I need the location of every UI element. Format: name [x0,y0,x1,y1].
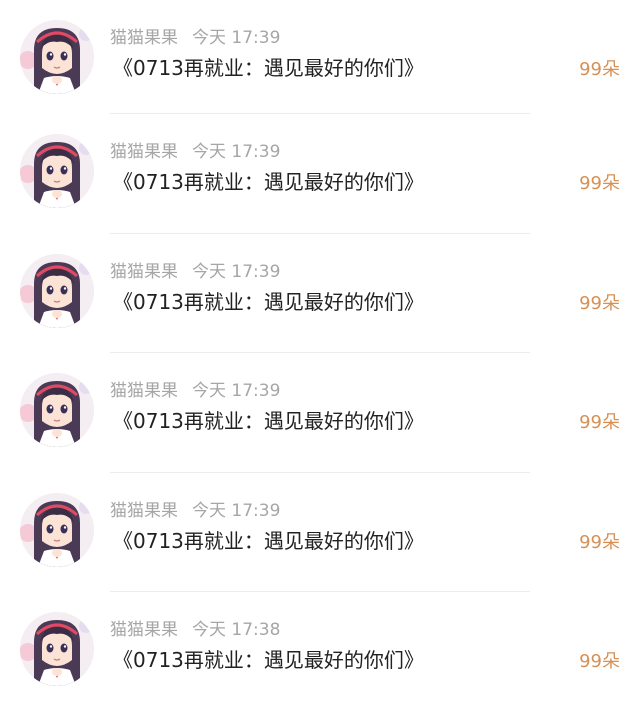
username[interactable]: 猫猫果果 [110,142,178,162]
record-meta: 猫猫果果 今天 17:39 [110,380,280,402]
gift-count: 99朵 [579,651,620,672]
timestamp: 今天 17:39 [192,28,281,48]
timestamp: 今天 17:39 [192,500,281,521]
record-meta: 猫猫果果 今天 17:38 [110,619,280,641]
username[interactable]: 猫猫果果 [110,501,178,521]
user-avatar[interactable] [20,492,94,567]
record-title: 《0713再就业：遇见最好的你们》 [113,648,424,672]
record-title: 《0713再就业：遇见最好的你们》 [113,528,424,553]
gift-count: 99朵 [579,412,620,433]
list-item[interactable]: 猫猫果果 今天 17:39 《0713再就业：遇见最好的你们》 99朵 [0,0,640,114]
list-item[interactable]: 猫猫果果 今天 17:39 《0713再就业：遇见最好的你们》 99朵 [0,353,640,473]
username[interactable]: 猫猫果果 [110,28,178,48]
timestamp: 今天 17:39 [192,381,281,401]
list-item[interactable]: 猫猫果果 今天 17:38 《0713再就业：遇见最好的你们》 99朵 [0,592,640,709]
gift-count: 99朵 [579,173,620,194]
record-meta: 猫猫果果 今天 17:39 [110,261,280,283]
record-title: 《0713再就业：遇见最好的你们》 [113,289,424,314]
user-avatar[interactable] [20,253,94,328]
record-title: 《0713再就业：遇见最好的你们》 [113,409,424,433]
list-item[interactable]: 猫猫果果 今天 17:39 《0713再就业：遇见最好的你们》 99朵 [0,234,640,353]
gift-count: 99朵 [579,531,620,553]
record-meta: 猫猫果果 今天 17:39 [110,27,280,49]
record-title: 《0713再就业：遇见最好的你们》 [113,170,424,194]
list-item[interactable]: 猫猫果果 今天 17:39 《0713再就业：遇见最好的你们》 99朵 [0,114,640,234]
record-meta: 猫猫果果 今天 17:39 [110,500,280,522]
anime-girl-avatar-icon [20,492,94,567]
gift-count: 99朵 [579,292,620,314]
user-avatar[interactable] [20,134,94,208]
gift-count: 99朵 [579,59,620,80]
anime-girl-avatar-icon [20,373,94,447]
record-title: 《0713再就业：遇见最好的你们》 [113,56,424,80]
timestamp: 今天 17:39 [192,142,281,162]
user-avatar[interactable] [20,20,94,94]
list-item[interactable]: 猫猫果果 今天 17:39 《0713再就业：遇见最好的你们》 99朵 [0,473,640,592]
username[interactable]: 猫猫果果 [110,381,178,401]
anime-girl-avatar-icon [20,20,94,94]
user-avatar[interactable] [20,612,94,686]
gift-record-list: 猫猫果果 今天 17:39 《0713再就业：遇见最好的你们》 99朵 猫猫果果… [0,0,640,709]
anime-girl-avatar-icon [20,253,94,328]
anime-girl-avatar-icon [20,612,94,686]
timestamp: 今天 17:38 [192,620,281,640]
anime-girl-avatar-icon [20,134,94,208]
record-meta: 猫猫果果 今天 17:39 [110,141,280,163]
username[interactable]: 猫猫果果 [110,262,178,282]
username[interactable]: 猫猫果果 [110,620,178,640]
user-avatar[interactable] [20,373,94,447]
timestamp: 今天 17:39 [192,261,281,282]
